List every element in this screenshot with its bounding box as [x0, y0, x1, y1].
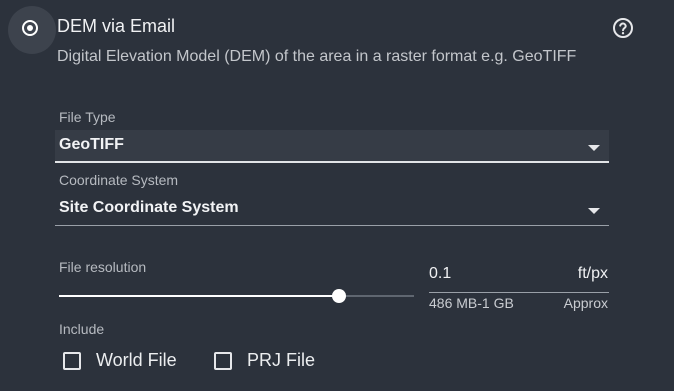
resolution-value[interactable]: 0.1	[429, 265, 451, 283]
coordinate-system-label: Coordinate System	[59, 172, 179, 188]
file-size-note: Approx	[563, 295, 608, 311]
radio-selected-dot	[27, 25, 33, 31]
coordinate-system-select[interactable]: Site Coordinate System	[55, 194, 609, 226]
resolution-slider[interactable]	[59, 289, 414, 303]
world-file-label: World File	[96, 350, 177, 370]
world-file-checkbox[interactable]	[63, 351, 81, 370]
option-title: DEM via Email	[57, 16, 176, 36]
slider-thumb[interactable]	[332, 289, 347, 303]
include-label: Include	[59, 321, 105, 337]
file-type-select[interactable]: GeoTIFF	[55, 130, 609, 163]
file-type-value: GeoTIFF	[59, 136, 124, 153]
prj-file-checkbox[interactable]	[214, 351, 232, 370]
coordinate-system-value: Site Coordinate System	[59, 199, 239, 216]
chevron-down-icon	[588, 145, 600, 151]
chevron-down-icon	[588, 208, 600, 214]
file-type-label: File Type	[59, 109, 116, 125]
prj-file-label: PRJ File	[247, 350, 316, 370]
slider-fill	[59, 295, 340, 297]
file-size-range: 486 MB-1 GB	[429, 295, 514, 311]
prj-file-option[interactable]: PRJ File	[214, 350, 315, 371]
radio-outer-ring	[22, 20, 38, 36]
resolution-unit: ft/px	[577, 265, 608, 282]
world-file-option[interactable]: World File	[63, 350, 177, 371]
dem-email-radio[interactable]	[8, 6, 56, 54]
resolution-field-underline	[429, 292, 609, 293]
file-resolution-label: File resolution	[59, 259, 147, 275]
option-description: Digital Elevation Model (DEM) of the are…	[57, 48, 577, 65]
help-circle-icon[interactable]	[612, 17, 634, 39]
